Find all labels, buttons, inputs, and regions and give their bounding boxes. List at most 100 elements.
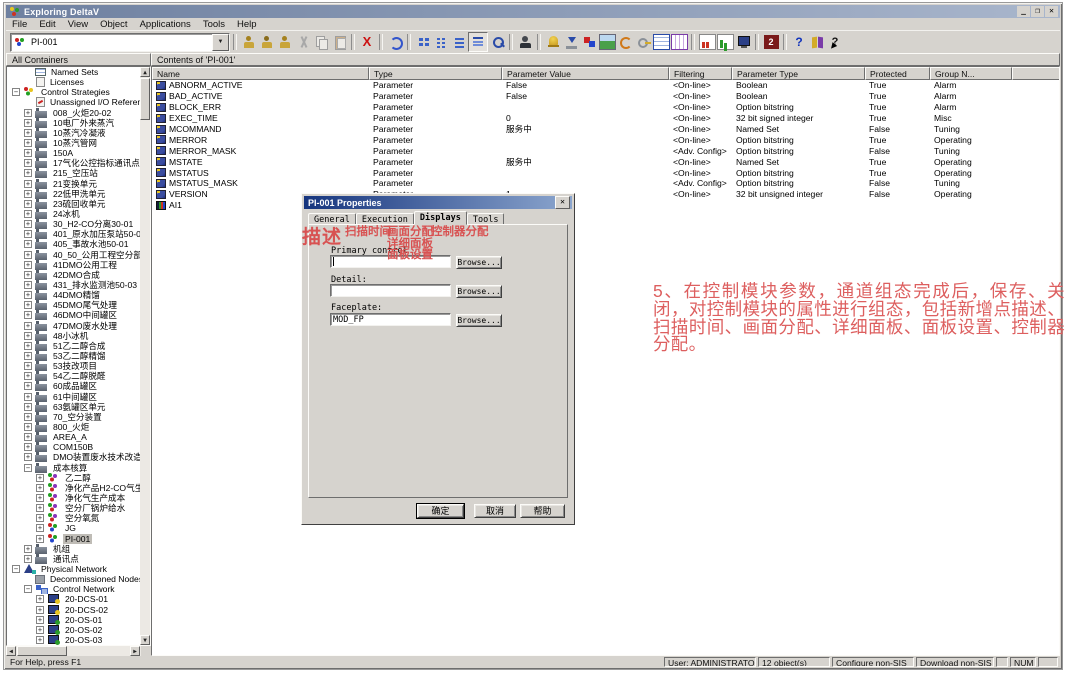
expand-icon[interactable]: +	[24, 352, 32, 360]
paste-icon-button[interactable]	[330, 33, 348, 51]
expand-icon[interactable]: +	[36, 484, 44, 492]
grid-purple-icon-button[interactable]	[670, 33, 688, 51]
tree-item[interactable]: +JG	[7, 523, 140, 533]
expand-icon[interactable]: +	[24, 251, 32, 259]
expand-icon[interactable]: +	[36, 636, 44, 644]
table-row[interactable]: VERSIONParameter1<On-line>32 bit unsigne…	[152, 189, 1059, 200]
table-row[interactable]: BAD_ACTIVEParameterFalse<On-line>Boolean…	[152, 91, 1059, 102]
tree-item[interactable]: +净化产品H2-CO气生产	[7, 483, 140, 493]
grid-blue-icon-button[interactable]	[652, 33, 670, 51]
scrollbar-thumb[interactable]	[140, 78, 150, 120]
column-header-group-n-[interactable]: Group N...	[930, 67, 1012, 80]
menu-item-edit[interactable]: Edit	[33, 19, 61, 30]
history-icon-button[interactable]: 2	[762, 33, 780, 51]
diagnostics-icon-button[interactable]	[580, 33, 598, 51]
collapse-icon[interactable]: −	[24, 585, 32, 593]
expand-icon[interactable]: +	[24, 129, 32, 137]
detail-input[interactable]	[330, 284, 451, 297]
tree-item[interactable]: +20-OS-03	[7, 635, 140, 645]
copy-icon-button[interactable]	[312, 33, 330, 51]
undo-icon-button[interactable]	[386, 33, 404, 51]
expand-icon[interactable]: +	[24, 342, 32, 350]
expand-icon[interactable]: +	[36, 474, 44, 482]
user-dark-icon-button[interactable]	[516, 33, 534, 51]
tree-item[interactable]: −Control Strategies	[7, 87, 140, 97]
column-header-parameter-value[interactable]: Parameter Value	[502, 67, 669, 80]
tree-item[interactable]: +机组	[7, 544, 140, 554]
tree-item[interactable]: +10蒸汽冷凝液	[7, 128, 140, 138]
expand-icon[interactable]: +	[24, 139, 32, 147]
tree-item[interactable]: +008_火炬20-02	[7, 108, 140, 118]
expand-icon[interactable]: +	[24, 271, 32, 279]
dialog-close-button[interactable]: ✕	[555, 196, 570, 209]
filter-view-icon-button[interactable]	[488, 33, 506, 51]
expand-icon[interactable]: +	[24, 332, 32, 340]
expand-icon[interactable]: +	[24, 443, 32, 451]
scroll-up-button[interactable]: ▲	[140, 67, 150, 77]
explorer-icon-button[interactable]	[240, 33, 258, 51]
column-header-parameter-type[interactable]: Parameter Type	[732, 67, 865, 80]
context-help-icon-button[interactable]: ?	[826, 33, 844, 51]
expand-icon[interactable]: +	[24, 169, 32, 177]
table-row[interactable]: MERRORParameter<On-line>Option bitstring…	[152, 134, 1059, 145]
scroll-right-button[interactable]: ▶	[130, 646, 140, 656]
tree-item[interactable]: +24冰机	[7, 209, 140, 219]
tree-item[interactable]: +431_排水监测池50-03	[7, 280, 140, 290]
expand-icon[interactable]: +	[24, 220, 32, 228]
tree-item[interactable]: +401_原水加压泵站50-03	[7, 229, 140, 239]
expand-icon[interactable]: +	[36, 494, 44, 502]
expand-icon[interactable]: +	[36, 606, 44, 614]
table-row[interactable]: MERROR_MASKParameter<Adv. Config>Option …	[152, 145, 1059, 156]
view-list-icon-button[interactable]	[450, 33, 468, 51]
menu-item-applications[interactable]: Applications	[134, 19, 197, 30]
tree-item[interactable]: +21变换单元	[7, 179, 140, 189]
tree-item[interactable]: +44DMO精馏	[7, 290, 140, 300]
tree-item[interactable]: +Decommissioned Nodes	[7, 574, 140, 584]
expand-icon[interactable]: +	[24, 281, 32, 289]
tree-item[interactable]: +54乙二醇脱醛	[7, 371, 140, 381]
tree-item[interactable]: +空分厂锅炉给水	[7, 503, 140, 513]
view-details-icon-button[interactable]	[468, 32, 488, 52]
user-manager-icon-button[interactable]	[258, 33, 276, 51]
cancel-button[interactable]: 取消	[474, 504, 516, 518]
faceplate-input[interactable]: MOD_FP	[330, 313, 451, 326]
menu-item-file[interactable]: File	[6, 19, 33, 30]
tree-item[interactable]: +10电厂外来蒸汽	[7, 118, 140, 128]
expand-icon[interactable]: +	[36, 514, 44, 522]
expand-icon[interactable]: +	[24, 230, 32, 238]
tree-item[interactable]: +22低甲洗单元	[7, 189, 140, 199]
column-header-filtering[interactable]: Filtering	[669, 67, 732, 80]
tree-item-selected[interactable]: +PI-001	[7, 533, 140, 543]
tree-item[interactable]: +45DMO尾气处理	[7, 300, 140, 310]
network-user-icon-button[interactable]	[276, 33, 294, 51]
tree-item[interactable]: +23硫回收单元	[7, 199, 140, 209]
help-button[interactable]: 帮助	[520, 504, 565, 518]
tree-item[interactable]: +Unassigned I/O Reference	[7, 97, 140, 107]
view-small-icons-icon-button[interactable]	[432, 33, 450, 51]
view-large-icons-icon-button[interactable]	[414, 33, 432, 51]
tree-item[interactable]: +53乙二醇精馏	[7, 351, 140, 361]
expand-icon[interactable]: +	[24, 423, 32, 431]
browse-button[interactable]: Browse...	[456, 285, 502, 298]
table-row[interactable]: MCOMMANDParameter服务中<On-line>Named SetFa…	[152, 124, 1059, 135]
expand-icon[interactable]: +	[36, 595, 44, 603]
menu-item-help[interactable]: Help	[231, 19, 263, 30]
expand-icon[interactable]: +	[36, 535, 44, 543]
expand-icon[interactable]: +	[24, 362, 32, 370]
expand-icon[interactable]: +	[24, 555, 32, 563]
expand-icon[interactable]: +	[24, 322, 32, 330]
tree-item[interactable]: +17气化公控指标通讯点	[7, 158, 140, 168]
table-row[interactable]: MSTATEParameter服务中<On-line>Named SetTrue…	[152, 156, 1059, 167]
tree-item[interactable]: +47DMO废水处理	[7, 321, 140, 331]
scroll-down-button[interactable]: ▼	[140, 635, 150, 645]
expand-icon[interactable]: +	[24, 159, 32, 167]
chart-green-icon-button[interactable]	[716, 33, 734, 51]
menu-item-tools[interactable]: Tools	[197, 19, 231, 30]
collapse-icon[interactable]: −	[12, 565, 20, 573]
tree-item[interactable]: +乙二醇	[7, 473, 140, 483]
chart-red-icon-button[interactable]	[698, 33, 716, 51]
expand-icon[interactable]: +	[24, 180, 32, 188]
expand-icon[interactable]: +	[24, 109, 32, 117]
table-row[interactable]: MSTATUS_MASKParameter<Adv. Config>Option…	[152, 178, 1059, 189]
tree-item[interactable]: +53技改项目	[7, 361, 140, 371]
